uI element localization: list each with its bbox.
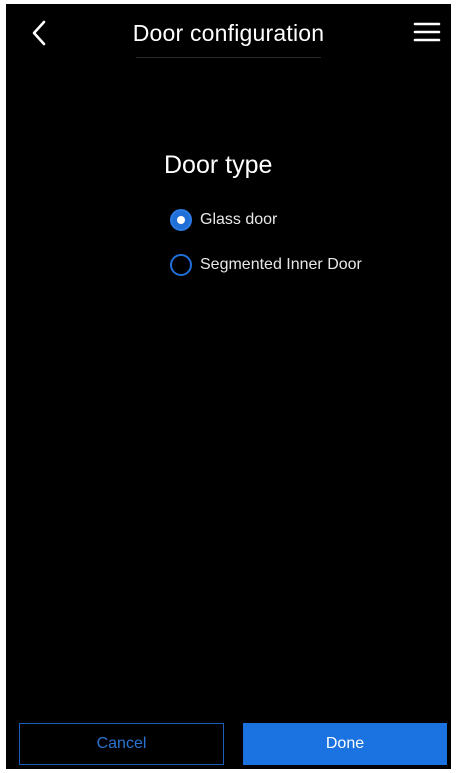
- radio-label-segmented-inner-door: Segmented Inner Door: [200, 256, 362, 273]
- hamburger-menu-icon: [413, 22, 441, 42]
- radio-option-glass-door[interactable]: Glass door: [170, 206, 277, 234]
- radio-unchecked-icon[interactable]: [170, 254, 192, 276]
- done-button[interactable]: Done: [243, 723, 447, 765]
- page-title: Door configuration: [132, 20, 325, 46]
- door-type-heading: Door type: [164, 151, 273, 179]
- header-bar: Door configuration: [6, 4, 451, 62]
- radio-label-glass-door: Glass door: [200, 211, 278, 228]
- title-divider: [136, 57, 321, 58]
- menu-button[interactable]: [411, 18, 443, 46]
- cancel-button[interactable]: Cancel: [19, 723, 224, 765]
- app-screen: Door configuration Door type Glass door …: [6, 4, 451, 769]
- radio-checked-icon[interactable]: [170, 209, 192, 231]
- radio-option-segmented-inner-door[interactable]: Segmented Inner Door: [170, 251, 362, 279]
- footer-bar: Cancel Done: [6, 715, 451, 769]
